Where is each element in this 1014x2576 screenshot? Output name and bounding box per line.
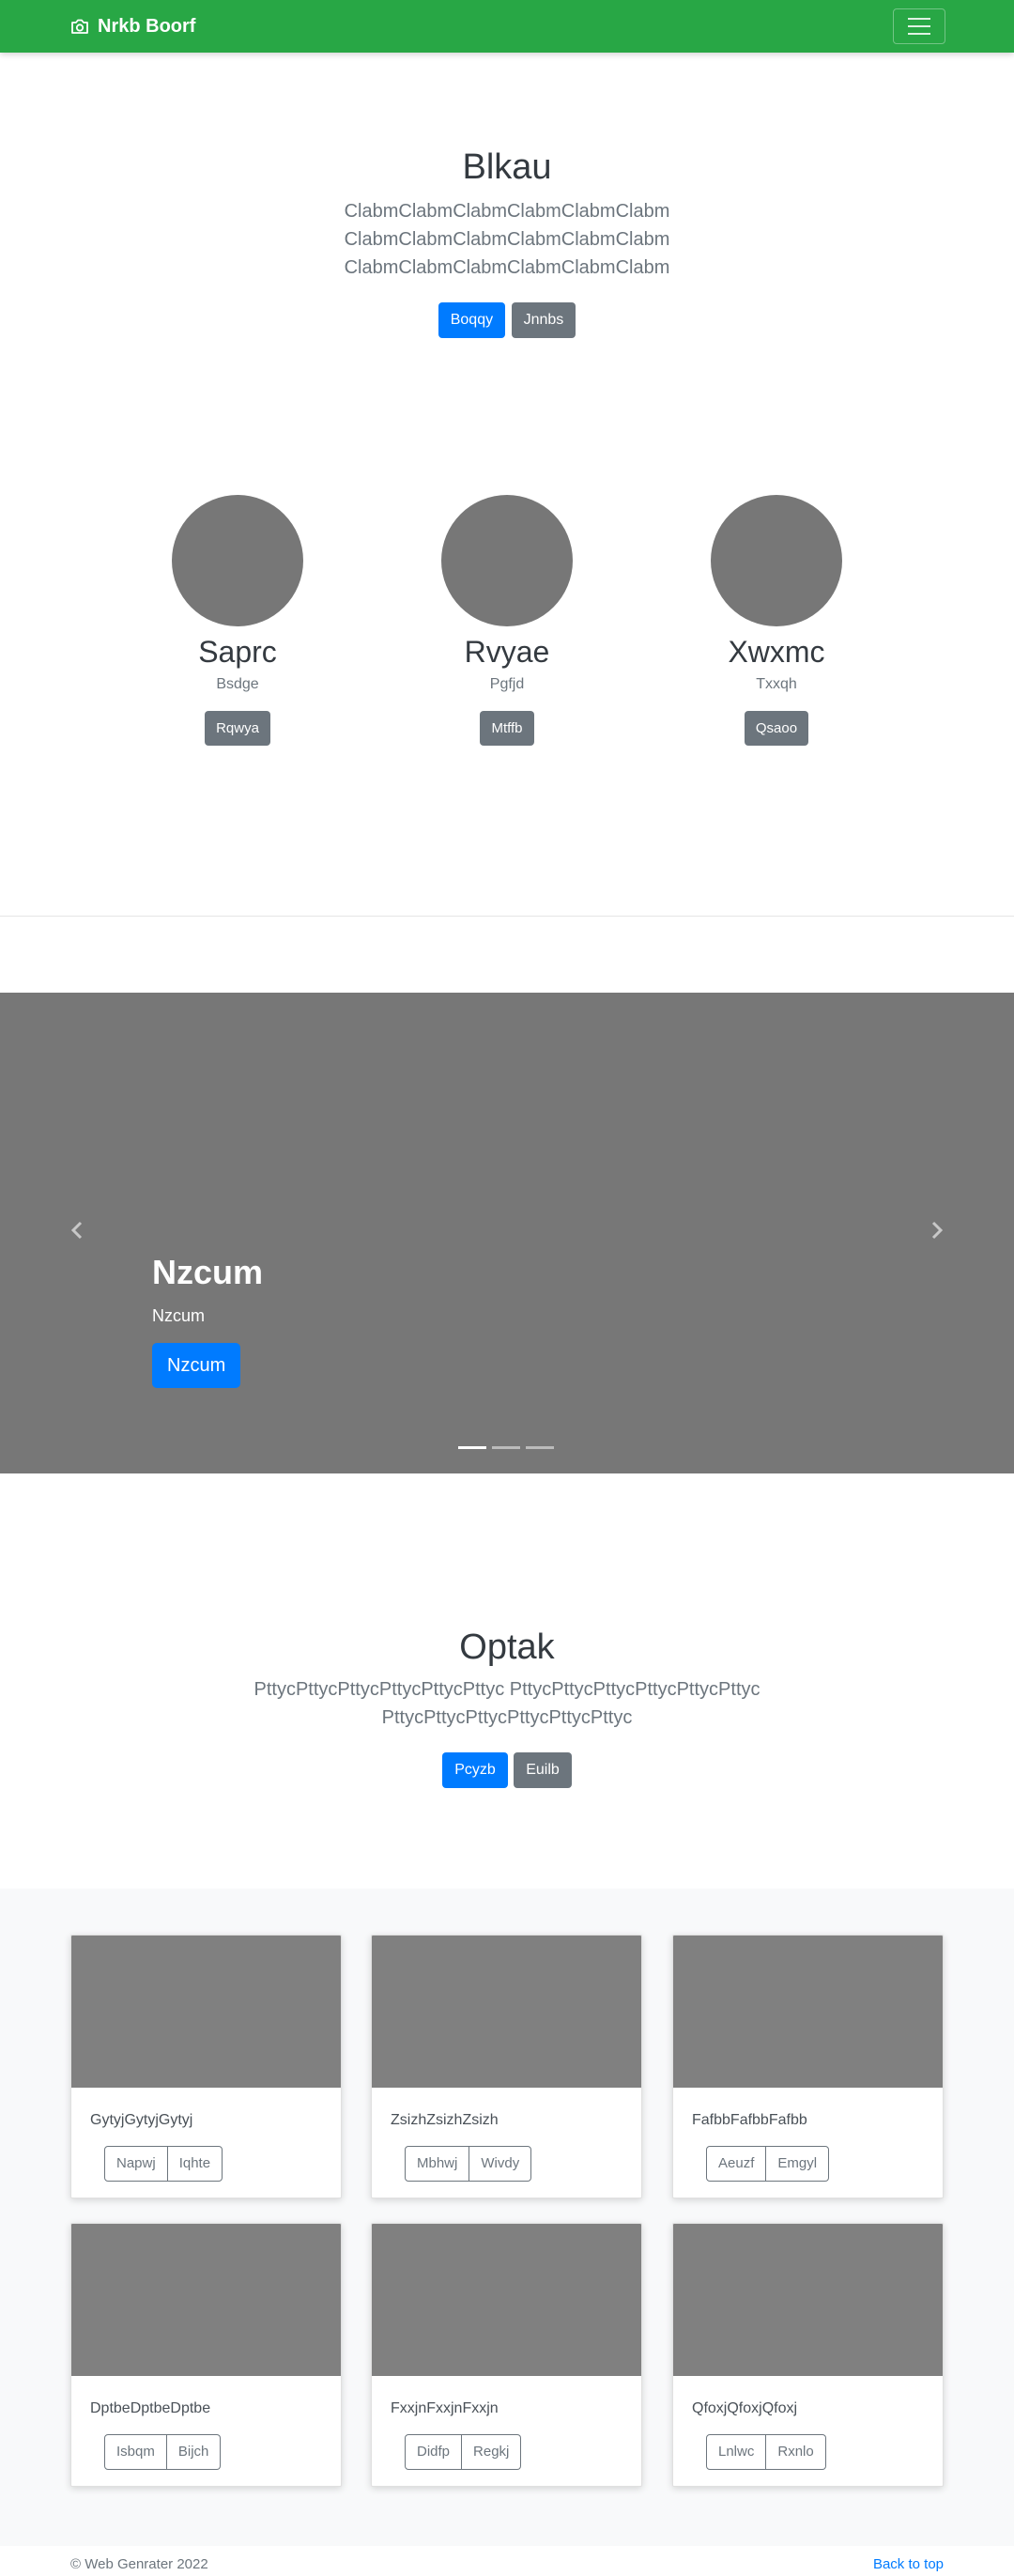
album-card: GytyjGytyjGytyj Napwj Iqhte bbox=[70, 1935, 342, 2198]
team-member-role: Bsdge bbox=[216, 676, 259, 692]
section-divider bbox=[0, 916, 1014, 917]
team-member-name: Rvyae bbox=[464, 635, 550, 669]
carousel-prev-button[interactable] bbox=[63, 1216, 91, 1244]
carousel-indicators bbox=[458, 1446, 554, 1449]
card-button-1[interactable]: Isbqm bbox=[104, 2434, 167, 2470]
card-text: FxxjnFxxjnFxxjn bbox=[391, 2400, 499, 2416]
carousel-text: Nzcum bbox=[152, 1306, 206, 1325]
team-member-2: Rvyae Pgfjd Mtffb bbox=[366, 495, 648, 746]
carousel-indicator-3[interactable] bbox=[526, 1446, 554, 1449]
card-text: ZsizhZsizhZsizh bbox=[391, 2112, 499, 2128]
chevron-right-icon bbox=[931, 1221, 944, 1240]
section-two: Optak PttycPttycPttycPttycPttycPttyc Ptt… bbox=[0, 1623, 1014, 1788]
carousel-caption: Nzcum Nzcum Nzcum bbox=[152, 1252, 263, 1388]
card-button-1[interactable]: Napwj bbox=[104, 2146, 168, 2182]
team-member-button[interactable]: Rqwya bbox=[205, 711, 270, 746]
card-button-1[interactable]: Lnlwc bbox=[706, 2434, 767, 2470]
card-thumbnail bbox=[372, 1936, 641, 2088]
carousel-next-button[interactable] bbox=[923, 1216, 951, 1244]
brand-name: Nrkb Boorf bbox=[98, 15, 196, 37]
album-card: FafbbFafbbFafbb Aeuzf Emgyl bbox=[672, 1935, 944, 2198]
hero-primary-button[interactable]: Boqqy bbox=[438, 302, 506, 338]
card-thumbnail bbox=[673, 2224, 943, 2376]
avatar bbox=[711, 495, 842, 626]
card-thumbnail bbox=[71, 1936, 341, 2088]
hero-secondary-button[interactable]: Jnnbs bbox=[511, 302, 576, 338]
card-text: GytyjGytyjGytyj bbox=[90, 2112, 193, 2128]
card-button-1[interactable]: Aeuzf bbox=[706, 2146, 767, 2182]
section-two-title: Optak bbox=[459, 1627, 555, 1667]
album-card: QfoxjQfoxjQfoxj Lnlwc Rxnlo bbox=[672, 2223, 944, 2487]
hero-section: Blkau ClabmClabmClabmClabmClabmClabm Cla… bbox=[0, 143, 1014, 338]
carousel: Nzcum Nzcum Nzcum bbox=[0, 993, 1014, 1473]
card-button-2[interactable]: Wivdy bbox=[469, 2146, 532, 2182]
hero-title: Blkau bbox=[462, 147, 552, 187]
team-member-role: Txxqh bbox=[756, 676, 797, 692]
album-card: DptbeDptbeDptbe Isbqm Bijch bbox=[70, 2223, 342, 2487]
team-member-1: Saprc Bsdge Rqwya bbox=[97, 495, 378, 746]
hero-lead-line-2: ClabmClabmClabmClabmClabmClabm bbox=[344, 229, 670, 250]
footer-copyright: © Web Genrater 2022 bbox=[70, 2556, 208, 2572]
album-section: GytyjGytyjGytyj Napwj Iqhte ZsizhZsizhZs… bbox=[0, 1889, 1014, 2546]
card-thumbnail bbox=[673, 1936, 943, 2088]
section-two-lead-line-2: PttycPttycPttycPttycPttycPttyc bbox=[381, 1707, 633, 1728]
avatar bbox=[441, 495, 573, 626]
card-button-2[interactable]: Emgyl bbox=[766, 2146, 830, 2182]
navbar: Nrkb Boorf bbox=[0, 0, 1014, 53]
carousel-indicator-1[interactable] bbox=[458, 1446, 486, 1449]
hamburger-menu-icon bbox=[908, 18, 930, 20]
camera-icon bbox=[70, 18, 89, 35]
carousel-cta-button[interactable]: Nzcum bbox=[152, 1343, 241, 1388]
card-button-1[interactable]: Didfp bbox=[405, 2434, 463, 2470]
section-two-lead-line-1: PttycPttycPttycPttycPttycPttyc PttycPtty… bbox=[254, 1679, 760, 1700]
team-member-button[interactable]: Qsaoo bbox=[744, 711, 809, 746]
card-button-group: Aeuzf Emgyl bbox=[706, 2146, 830, 2182]
back-to-top-link[interactable]: Back to top bbox=[873, 2556, 944, 2572]
card-button-2[interactable]: Bijch bbox=[166, 2434, 222, 2470]
carousel-indicator-2[interactable] bbox=[492, 1446, 520, 1449]
brand-link[interactable]: Nrkb Boorf bbox=[70, 0, 195, 53]
avatar bbox=[172, 495, 303, 626]
hero-lead-line-3: ClabmClabmClabmClabmClabmClabm bbox=[344, 257, 670, 278]
card-button-2[interactable]: Iqhte bbox=[167, 2146, 223, 2182]
card-button-group: Napwj Iqhte bbox=[104, 2146, 223, 2182]
hero-lead-line-1: ClabmClabmClabmClabmClabmClabm bbox=[344, 201, 670, 222]
chevron-left-icon bbox=[70, 1221, 83, 1240]
card-button-group: Lnlwc Rxnlo bbox=[706, 2434, 826, 2470]
card-button-2[interactable]: Rxnlo bbox=[766, 2434, 826, 2470]
team-member-3: Xwxmc Txxqh Qsaoo bbox=[636, 495, 917, 746]
carousel-heading: Nzcum bbox=[152, 1253, 264, 1291]
team-member-button[interactable]: Mtffb bbox=[480, 711, 534, 746]
team-member-role: Pgfjd bbox=[489, 676, 525, 692]
section-two-primary-button[interactable]: Pcyzb bbox=[442, 1752, 508, 1788]
card-thumbnail bbox=[372, 2224, 641, 2376]
team-member-name: Xwxmc bbox=[728, 635, 825, 669]
card-button-group: Isbqm Bijch bbox=[104, 2434, 222, 2470]
card-button-1[interactable]: Mbhwj bbox=[405, 2146, 470, 2182]
card-text: FafbbFafbbFafbb bbox=[692, 2112, 807, 2128]
navbar-toggler-button[interactable] bbox=[893, 8, 945, 44]
album-card: FxxjnFxxjnFxxjn Didfp Regkj bbox=[371, 2223, 642, 2487]
team-member-name: Saprc bbox=[198, 635, 277, 669]
card-text: DptbeDptbeDptbe bbox=[90, 2400, 211, 2416]
card-thumbnail bbox=[71, 2224, 341, 2376]
card-button-group: Mbhwj Wivdy bbox=[405, 2146, 532, 2182]
card-button-2[interactable]: Regkj bbox=[462, 2434, 522, 2470]
album-card: ZsizhZsizhZsizh Mbhwj Wivdy bbox=[371, 1935, 642, 2198]
card-text: QfoxjQfoxjQfoxj bbox=[692, 2400, 798, 2416]
card-button-group: Didfp Regkj bbox=[405, 2434, 522, 2470]
section-two-secondary-button[interactable]: Euilb bbox=[514, 1752, 572, 1788]
